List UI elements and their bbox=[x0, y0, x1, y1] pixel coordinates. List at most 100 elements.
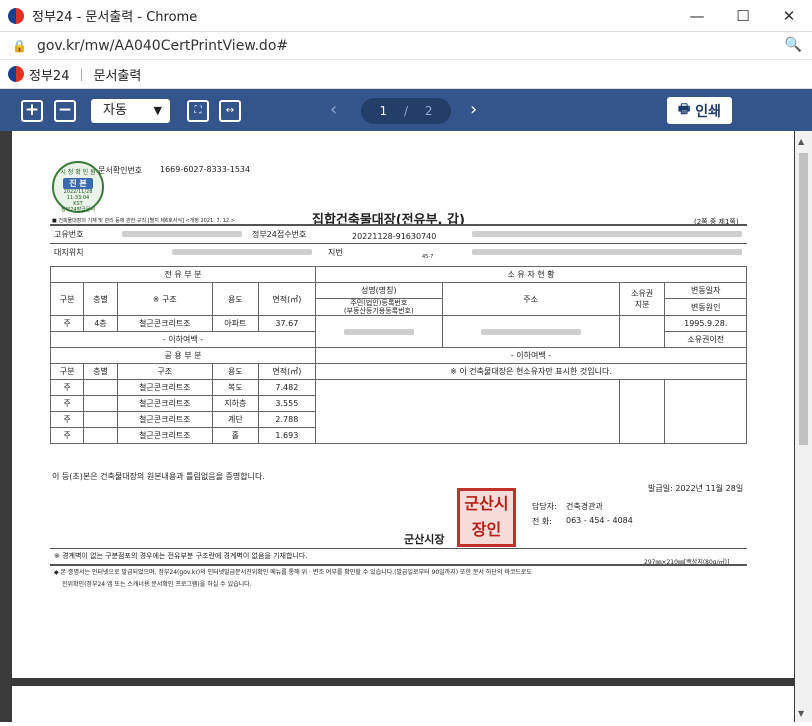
owner-name bbox=[315, 315, 443, 348]
document-page-2 bbox=[12, 686, 794, 726]
lot-label: 지번 bbox=[328, 248, 343, 257]
url-text[interactable]: gov.kr/mw/AA040CertPrintView.do# bbox=[37, 38, 288, 54]
rule bbox=[50, 548, 747, 549]
col-name: 성명(명칭) bbox=[315, 282, 443, 299]
page-indicator[interactable]: 1 / 2 bbox=[361, 98, 451, 124]
redacted bbox=[480, 328, 581, 335]
owner-addr bbox=[441, 315, 620, 348]
next-page-button[interactable]: › bbox=[470, 99, 477, 120]
cell: 홀 bbox=[211, 427, 259, 444]
site-location-label: 대지위치 bbox=[54, 248, 84, 257]
authenticity-stamp: 시 청 확 인 원 진 본 2022/11/28 11:33:04 KST 정부… bbox=[52, 161, 104, 213]
lock-icon: 🔒 bbox=[12, 38, 27, 53]
scroll-down-icon[interactable]: ▼ bbox=[798, 709, 804, 718]
c-col-div: 구분 bbox=[49, 363, 85, 380]
col-id: 주민(법인)등록번호 (부동산등기용등록번호) bbox=[315, 298, 443, 316]
owner-section-header: 소 유 자 현 황 bbox=[315, 266, 747, 283]
id-label: 주민(법인)등록번호 bbox=[350, 299, 408, 307]
window-titlebar: 정부24 - 문서출력 - Chrome — ☐ ✕ bbox=[0, 0, 812, 32]
zoom-in-button[interactable]: + bbox=[21, 100, 43, 122]
phone-number: 063 - 454 - 4084 bbox=[566, 516, 633, 525]
p-div: 주 bbox=[49, 315, 85, 332]
cell: 철근콘크리트조 bbox=[116, 411, 213, 428]
redacted bbox=[343, 328, 414, 335]
cell: 철근콘크리트조 bbox=[116, 395, 213, 412]
cell bbox=[83, 379, 118, 396]
officer-dept: 건축경관과 bbox=[566, 502, 603, 511]
cell: 철근콘크리트조 bbox=[116, 427, 213, 444]
redacted bbox=[172, 249, 312, 255]
address-bar[interactable]: 🔒 gov.kr/mw/AA040CertPrintView.do# 🔍 bbox=[0, 32, 812, 60]
close-button[interactable]: ✕ bbox=[766, 0, 812, 32]
common-section-header: 공 용 부 분 bbox=[49, 347, 317, 364]
fit-page-button[interactable]: ⛶ bbox=[187, 100, 209, 122]
zoom-icon[interactable]: 🔍 bbox=[785, 37, 802, 53]
p-use: 아파트 bbox=[211, 315, 259, 332]
rule-note: ■ 건축물대장의 기재 및 관리 등에 관한 규칙 [별지 제6호서식] <개정… bbox=[52, 218, 235, 224]
footnote-3: 진위확인(정부24 앱 또는 스캐너용 문서확인 프로그램)을 하실 수 있습니… bbox=[62, 581, 252, 588]
zoom-select[interactable]: 자동 ▼ bbox=[91, 99, 170, 123]
empty-cell bbox=[315, 379, 620, 444]
receipt-number: 20221128-91630740 bbox=[352, 232, 437, 241]
minimize-button[interactable]: — bbox=[674, 0, 720, 32]
col-share: 소유권 지분 bbox=[618, 282, 666, 316]
col-use: 용도 bbox=[211, 282, 259, 316]
col-area: 면적(㎡) bbox=[257, 282, 317, 316]
cell: 주 bbox=[49, 379, 85, 396]
col-addr: 주소 bbox=[441, 282, 620, 316]
window-title: 정부24 - 문서출력 - Chrome bbox=[32, 10, 198, 25]
c-col-use: 용도 bbox=[211, 363, 259, 380]
p-struct: 철근콘크리트조 bbox=[116, 315, 213, 332]
rule bbox=[50, 564, 747, 566]
confirm-number: 1669-6027-8333-1534 bbox=[160, 165, 251, 174]
print-button[interactable]: 🖶 인쇄 bbox=[667, 97, 732, 124]
divider: | bbox=[79, 67, 84, 81]
id-label2: (부동산등기용등록번호) bbox=[343, 307, 414, 315]
current-page[interactable]: 1 bbox=[379, 104, 387, 118]
cell bbox=[83, 395, 118, 412]
document-page: 시 청 확 인 원 진 본 2022/11/28 11:33:04 KST 정부… bbox=[12, 131, 794, 678]
site-name[interactable]: 정부24 bbox=[29, 65, 69, 84]
blank-row-owner: - 이하여백 - bbox=[315, 347, 747, 364]
document-viewer[interactable]: 시 청 확 인 원 진 본 2022/11/28 11:33:04 KST 정부… bbox=[0, 131, 812, 726]
cell bbox=[83, 427, 118, 444]
scroll-up-icon[interactable]: ▲ bbox=[798, 137, 804, 146]
zoom-out-button[interactable]: − bbox=[54, 100, 76, 122]
lot-sub: 45-7 bbox=[422, 254, 434, 260]
issuer-name: 군산시장 bbox=[404, 533, 445, 546]
prev-page-button[interactable]: ‹ bbox=[330, 99, 337, 120]
stamp-main: 진 본 bbox=[63, 178, 93, 189]
cell bbox=[83, 411, 118, 428]
p-floor: 4층 bbox=[83, 315, 118, 332]
c-col-struct: 구조 bbox=[116, 363, 213, 380]
p-reason: 소유권이전 bbox=[664, 331, 747, 348]
site-logo-icon[interactable] bbox=[8, 66, 24, 82]
fit-width-button[interactable]: ↔ bbox=[219, 100, 241, 122]
footnote-2: ◆ 본 증명서는 인터넷으로 발급되었으며, 정부24(gov.kr)의 인터넷… bbox=[54, 569, 532, 576]
redacted bbox=[472, 249, 742, 255]
cell: 철근콘크리트조 bbox=[116, 379, 213, 396]
viewer-toolbar: + − 자동 ▼ ⛶ ↔ ‹ 1 / 2 › 🖶 인쇄 bbox=[0, 89, 812, 131]
p-area: 37.67 bbox=[257, 315, 317, 332]
register-table: 전 유 부 분 소 유 자 현 황 구분 층별 ※ 구조 용도 면적(㎡) 성명… bbox=[49, 266, 747, 444]
cell: 3.555 bbox=[257, 395, 317, 412]
gov24-logo-icon bbox=[8, 7, 24, 24]
redacted bbox=[122, 231, 242, 237]
scroll-thumb[interactable] bbox=[799, 153, 808, 445]
col-floor: 층별 bbox=[83, 282, 118, 316]
cell: 지하층 bbox=[211, 395, 259, 412]
rule bbox=[50, 243, 747, 244]
maximize-button[interactable]: ☐ bbox=[720, 0, 766, 32]
cell: 주 bbox=[49, 395, 85, 412]
top-rule bbox=[50, 224, 747, 226]
page-title: 문서출력 bbox=[93, 68, 142, 84]
col-reason: 변동원인 bbox=[664, 298, 747, 316]
cell: 주 bbox=[49, 411, 85, 428]
certify-text: 이 등(초)본은 건축물대장의 원본내용과 틀림없음을 증명합니다. bbox=[52, 472, 265, 481]
site-header: 정부24 | 문서출력 bbox=[0, 60, 812, 89]
print-label: 인쇄 bbox=[695, 103, 722, 120]
col-struct: ※ 구조 bbox=[116, 282, 213, 316]
page-separator: / bbox=[403, 104, 409, 118]
c-col-floor: 층별 bbox=[83, 363, 118, 380]
cell: 7.482 bbox=[257, 379, 317, 396]
